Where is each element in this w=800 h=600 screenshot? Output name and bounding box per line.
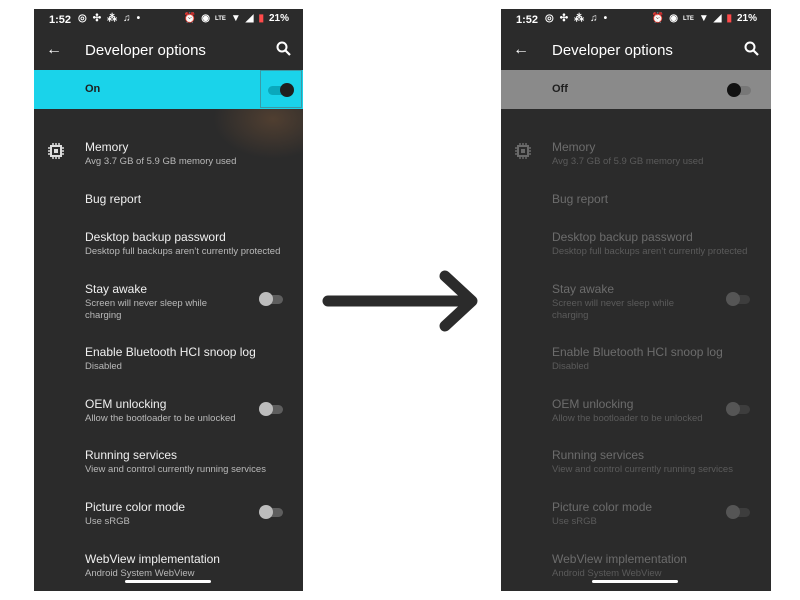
stay-awake-toggle[interactable] (259, 292, 285, 306)
picture-color-toggle (726, 505, 752, 519)
bell-icon: ♫ (590, 13, 598, 24)
item-subtitle: Screen will never sleep while charging (552, 298, 674, 321)
system-icons: ⏰ ◉ LTE ▼ ◢ ▮ 21% (652, 13, 757, 24)
toggle-thumb (726, 402, 740, 416)
wifi-icon: ▼ (230, 13, 241, 24)
notification-icons: ◎ ✣ ⁂ ♫ • (78, 13, 140, 24)
bell-icon: ♫ (123, 13, 131, 24)
master-toggle[interactable] (268, 83, 296, 97)
item-subtitle: Avg 3.7 GB of 5.9 GB memory used (85, 156, 237, 167)
app-icon: ✣ (559, 13, 569, 24)
app-bar: ← Developer options (34, 31, 303, 71)
battery-icon: ▮ (258, 13, 264, 24)
item-title: Picture color mode (552, 500, 653, 514)
item-title: OEM unlocking (552, 397, 634, 411)
master-switch-label: On (85, 83, 101, 95)
toggle-thumb (280, 83, 294, 97)
eye-icon: ◉ (669, 13, 678, 24)
item-title: Desktop backup password (85, 230, 226, 244)
status-bar: 1:52 ◎ ✣ ⁂ ♫ • ⏰ ◉ LTE ▼ ◢ ▮ 21% (34, 9, 303, 31)
item-title: Stay awake (552, 282, 615, 296)
gesture-nav-bar[interactable] (125, 580, 211, 583)
instagram-icon: ◎ (78, 13, 87, 24)
master-toggle[interactable] (727, 83, 753, 97)
item-title: Memory (552, 140, 596, 154)
item-subtitle: Avg 3.7 GB of 5.9 GB memory used (552, 156, 704, 167)
toggle-thumb (727, 83, 741, 97)
item-subtitle: Android System WebView (552, 568, 662, 579)
item-title: OEM unlocking (85, 397, 167, 411)
arrow-left-icon[interactable]: ← (513, 41, 529, 59)
phone-screen-after: 1:52 ◎ ✣ ⁂ ♫ • ⏰ ◉ LTE ▼ ◢ ▮ 21% ← Devel… (501, 9, 771, 591)
item-title: WebView implementation (85, 552, 220, 566)
item-subtitle: Disabled (552, 361, 589, 372)
phone-screen-before: 1:52 ◎ ✣ ⁂ ♫ • ⏰ ◉ LTE ▼ ◢ ▮ 21% ← Devel… (34, 9, 303, 591)
item-title: Desktop backup password (552, 230, 693, 244)
item-subtitle: Screen will never sleep while charging (85, 298, 207, 321)
master-switch-row[interactable]: Off (501, 70, 771, 109)
volte-icon: LTE (214, 15, 226, 22)
toggle-thumb (259, 505, 273, 519)
item-subtitle: Desktop full backups aren’t currently pr… (552, 246, 748, 257)
item-subtitle: Use sRGB (85, 516, 130, 527)
signal-dots-icon: ⁂ (574, 13, 585, 24)
gesture-nav-bar[interactable] (592, 580, 678, 583)
item-subtitle: View and control currently running servi… (552, 464, 733, 475)
item-title: Bug report (85, 192, 142, 206)
item-subtitle: Android System WebView (85, 568, 195, 579)
notification-icons: ◎ ✣ ⁂ ♫ • (545, 13, 607, 24)
item-subtitle: Disabled (85, 361, 122, 372)
stay-awake-toggle (726, 292, 752, 306)
battery-level: 21% (736, 13, 757, 24)
alarm-icon: ⏰ (651, 13, 665, 24)
item-title: Enable Bluetooth HCI snoop log (85, 345, 256, 359)
memory-chip-icon (48, 143, 64, 159)
picture-color-toggle[interactable] (259, 505, 285, 519)
item-title: WebView implementation (552, 552, 687, 566)
item-subtitle: Desktop full backups aren’t currently pr… (85, 246, 281, 257)
item-title: Enable Bluetooth HCI snoop log (552, 345, 723, 359)
dot-icon: • (603, 13, 608, 24)
instagram-icon: ◎ (545, 13, 554, 24)
toggle-thumb (726, 505, 740, 519)
search-icon[interactable] (275, 40, 293, 58)
system-icons: ⏰ ◉ LTE ▼ ◢ ▮ 21% (184, 13, 289, 24)
dot-icon: • (136, 13, 141, 24)
item-title: Bug report (552, 192, 609, 206)
battery-icon: ▮ (726, 13, 732, 24)
item-subtitle: Use sRGB (552, 516, 597, 527)
eye-icon: ◉ (201, 13, 210, 24)
arrow-right-icon (322, 270, 478, 332)
app-bar: ← Developer options (501, 31, 771, 71)
battery-level: 21% (268, 13, 289, 24)
status-bar: 1:52 ◎ ✣ ⁂ ♫ • ⏰ ◉ LTE ▼ ◢ ▮ 21% (501, 9, 771, 31)
status-time: 1:52 (516, 14, 539, 26)
memory-chip-icon (515, 143, 531, 159)
arrow-left-icon[interactable]: ← (46, 41, 62, 59)
signal-dots-icon: ⁂ (107, 13, 118, 24)
item-title: Stay awake (85, 282, 148, 296)
toggle-thumb (259, 292, 273, 306)
search-icon[interactable] (743, 40, 761, 58)
toggle-thumb (726, 292, 740, 306)
item-title: Memory (85, 140, 129, 154)
item-title: Running services (552, 448, 645, 462)
cell-signal-icon: ◢ (245, 13, 254, 24)
volte-icon: LTE (682, 15, 694, 22)
app-icon: ✣ (92, 13, 102, 24)
page-title: Developer options (552, 42, 673, 59)
master-switch-row[interactable]: On (34, 70, 303, 109)
status-time: 1:52 (49, 14, 72, 26)
toggle-thumb (259, 402, 273, 416)
item-subtitle: View and control currently running servi… (85, 464, 266, 475)
item-title: Running services (85, 448, 178, 462)
oem-unlocking-toggle (726, 402, 752, 416)
page-title: Developer options (85, 42, 206, 59)
wifi-icon: ▼ (698, 13, 709, 24)
oem-unlocking-toggle[interactable] (259, 402, 285, 416)
master-switch-label: Off (552, 83, 568, 95)
item-title: Picture color mode (85, 500, 186, 514)
cell-signal-icon: ◢ (713, 13, 722, 24)
alarm-icon: ⏰ (183, 13, 197, 24)
